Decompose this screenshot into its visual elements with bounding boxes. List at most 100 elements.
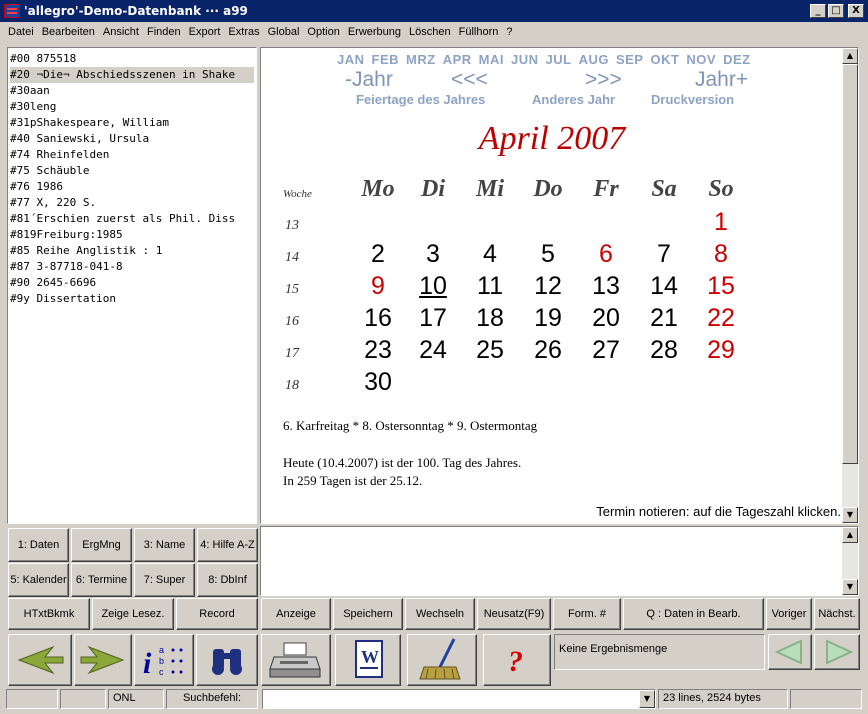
day-cell[interactable]: 3 — [404, 240, 462, 269]
day-cell[interactable]: 7 — [635, 240, 693, 269]
day-cell[interactable]: 15 — [692, 272, 750, 301]
record-line[interactable]: #40 Saniewski, Ursula — [10, 131, 254, 147]
scroll-up-icon[interactable]: ▲ — [842, 48, 858, 64]
month-link[interactable]: JAN — [337, 52, 365, 67]
print-button[interactable] — [261, 634, 331, 686]
forward-arrow-button[interactable] — [74, 634, 132, 686]
prev-month-link[interactable]: <<< — [451, 68, 488, 92]
month-link[interactable]: OKT — [650, 52, 679, 67]
termine-button[interactable]: 6: Termine — [71, 563, 132, 597]
zeige-lesez-button[interactable]: Zeige Lesez. — [92, 598, 174, 630]
day-cell[interactable]: 2 — [349, 240, 407, 269]
maximize-button[interactable]: □ — [828, 4, 844, 18]
day-cell[interactable]: 4 — [461, 240, 519, 269]
menu-item[interactable]: Datei — [8, 26, 34, 38]
record-line[interactable]: #30aan — [10, 83, 254, 99]
menu-item[interactable]: ? — [506, 26, 512, 38]
menu-item[interactable]: Bearbeiten — [42, 26, 95, 38]
prev-result-button[interactable] — [768, 634, 812, 670]
voriger-button[interactable]: Voriger — [766, 598, 812, 630]
help-button[interactable]: ? — [483, 634, 551, 686]
name-button[interactable]: 3: Name — [134, 528, 195, 562]
day-cell[interactable]: 23 — [349, 336, 407, 365]
day-cell[interactable]: 22 — [692, 304, 750, 333]
speichern-button[interactable]: Speichern — [333, 598, 403, 630]
record-line[interactable]: #75 Schäuble — [10, 163, 254, 179]
daten-button[interactable]: 1: Daten — [8, 528, 69, 562]
hilfe-button[interactable]: 4: Hilfe A-Z — [197, 528, 258, 562]
wechseln-button[interactable]: Wechseln — [405, 598, 475, 630]
record-line[interactable]: #74 Rheinfelden — [10, 147, 254, 163]
other-year-link[interactable]: Anderes Jahr — [532, 92, 615, 107]
minimize-button[interactable]: _ — [810, 4, 826, 18]
day-cell[interactable]: 11 — [461, 272, 519, 301]
search-command-input[interactable]: ▼ — [262, 689, 656, 709]
day-cell[interactable]: 6 — [577, 240, 635, 269]
dbinf-button[interactable]: 8: DbInf — [197, 563, 258, 597]
day-cell[interactable]: 16 — [349, 304, 407, 333]
day-cell[interactable]: 25 — [461, 336, 519, 365]
scroll-down-icon[interactable]: ▼ — [842, 579, 858, 595]
month-link[interactable]: FEB — [372, 52, 400, 67]
daten-in-bearb-button[interactable]: Q : Daten in Bearb. — [623, 598, 764, 630]
menu-item[interactable]: Global — [268, 26, 300, 38]
day-cell[interactable]: 26 — [519, 336, 577, 365]
month-link[interactable]: MAI — [479, 52, 504, 67]
day-cell[interactable]: 9 — [349, 272, 407, 301]
clear-button[interactable] — [407, 634, 477, 686]
menu-item[interactable]: Füllhorn — [459, 26, 499, 38]
print-version-link[interactable]: Druckversion — [651, 92, 734, 107]
super-button[interactable]: 7: Super — [134, 563, 195, 597]
kalender-button[interactable]: 5: Kalender — [8, 563, 69, 597]
month-link[interactable]: NOV — [686, 52, 716, 67]
record-line[interactable]: #00 875518 — [10, 51, 254, 67]
menu-item[interactable]: Erwerbung — [348, 26, 401, 38]
month-link[interactable]: APR — [443, 52, 472, 67]
record-line[interactable]: #20 ¬Die¬ Abschiedsszenen in Shake — [10, 67, 254, 83]
month-link[interactable]: AUG — [579, 52, 609, 67]
day-cell[interactable]: 21 — [635, 304, 693, 333]
htxtbkmk-button[interactable]: HTxtBkmk — [8, 598, 90, 630]
record-button[interactable]: Record — [176, 598, 258, 630]
day-cell[interactable]: 24 — [404, 336, 462, 365]
scroll-up-icon[interactable]: ▲ — [842, 527, 858, 543]
record-line[interactable]: #90 2645-6696 — [10, 275, 254, 291]
day-cell[interactable]: 29 — [692, 336, 750, 365]
edit-area[interactable]: ▲ ▼ — [260, 526, 859, 596]
calendar-scrollbar[interactable]: ▲ ▼ — [842, 48, 858, 523]
day-cell[interactable]: 20 — [577, 304, 635, 333]
next-result-button[interactable] — [814, 634, 860, 670]
menu-item[interactable]: Finden — [147, 26, 181, 38]
day-cell[interactable]: 10 — [404, 272, 462, 301]
prev-year-link[interactable]: -Jahr — [345, 68, 393, 92]
day-cell[interactable]: 5 — [519, 240, 577, 269]
edit-scrollbar[interactable]: ▲ ▼ — [842, 527, 858, 595]
month-link[interactable]: MRZ — [406, 52, 436, 67]
day-cell[interactable]: 14 — [635, 272, 693, 301]
back-arrow-button[interactable] — [8, 634, 72, 686]
record-line[interactable]: #9y Dissertation — [10, 291, 254, 307]
menu-item[interactable]: Ansicht — [103, 26, 139, 38]
menu-item[interactable]: Option — [307, 26, 339, 38]
record-line[interactable]: #819Freiburg:1985 — [10, 227, 254, 243]
search-button[interactable] — [196, 634, 258, 686]
record-line[interactable]: #30leng — [10, 99, 254, 115]
menu-item[interactable]: Löschen — [409, 26, 451, 38]
month-link[interactable]: JUL — [546, 52, 572, 67]
anzeige-button[interactable]: Anzeige — [261, 598, 331, 630]
day-cell[interactable]: 8 — [692, 240, 750, 269]
day-cell[interactable]: 30 — [349, 368, 407, 397]
day-cell[interactable]: 19 — [519, 304, 577, 333]
close-button[interactable]: X — [848, 4, 864, 18]
month-link[interactable]: SEP — [616, 52, 644, 67]
word-export-button[interactable]: W — [335, 634, 401, 686]
neusatz-button[interactable]: Neusatz(F9) — [477, 598, 551, 630]
info-index-button[interactable]: i a b c — [134, 634, 194, 686]
naechst-button[interactable]: Nächst. — [814, 598, 860, 630]
scroll-thumb[interactable] — [842, 64, 858, 464]
ergmng-button[interactable]: ErgMng — [71, 528, 132, 562]
month-link[interactable]: DEZ — [723, 52, 751, 67]
menu-item[interactable]: Extras — [228, 26, 259, 38]
record-list[interactable]: #00 875518 #20 ¬Die¬ Abschiedsszenen in S… — [7, 47, 257, 524]
day-cell[interactable]: 27 — [577, 336, 635, 365]
